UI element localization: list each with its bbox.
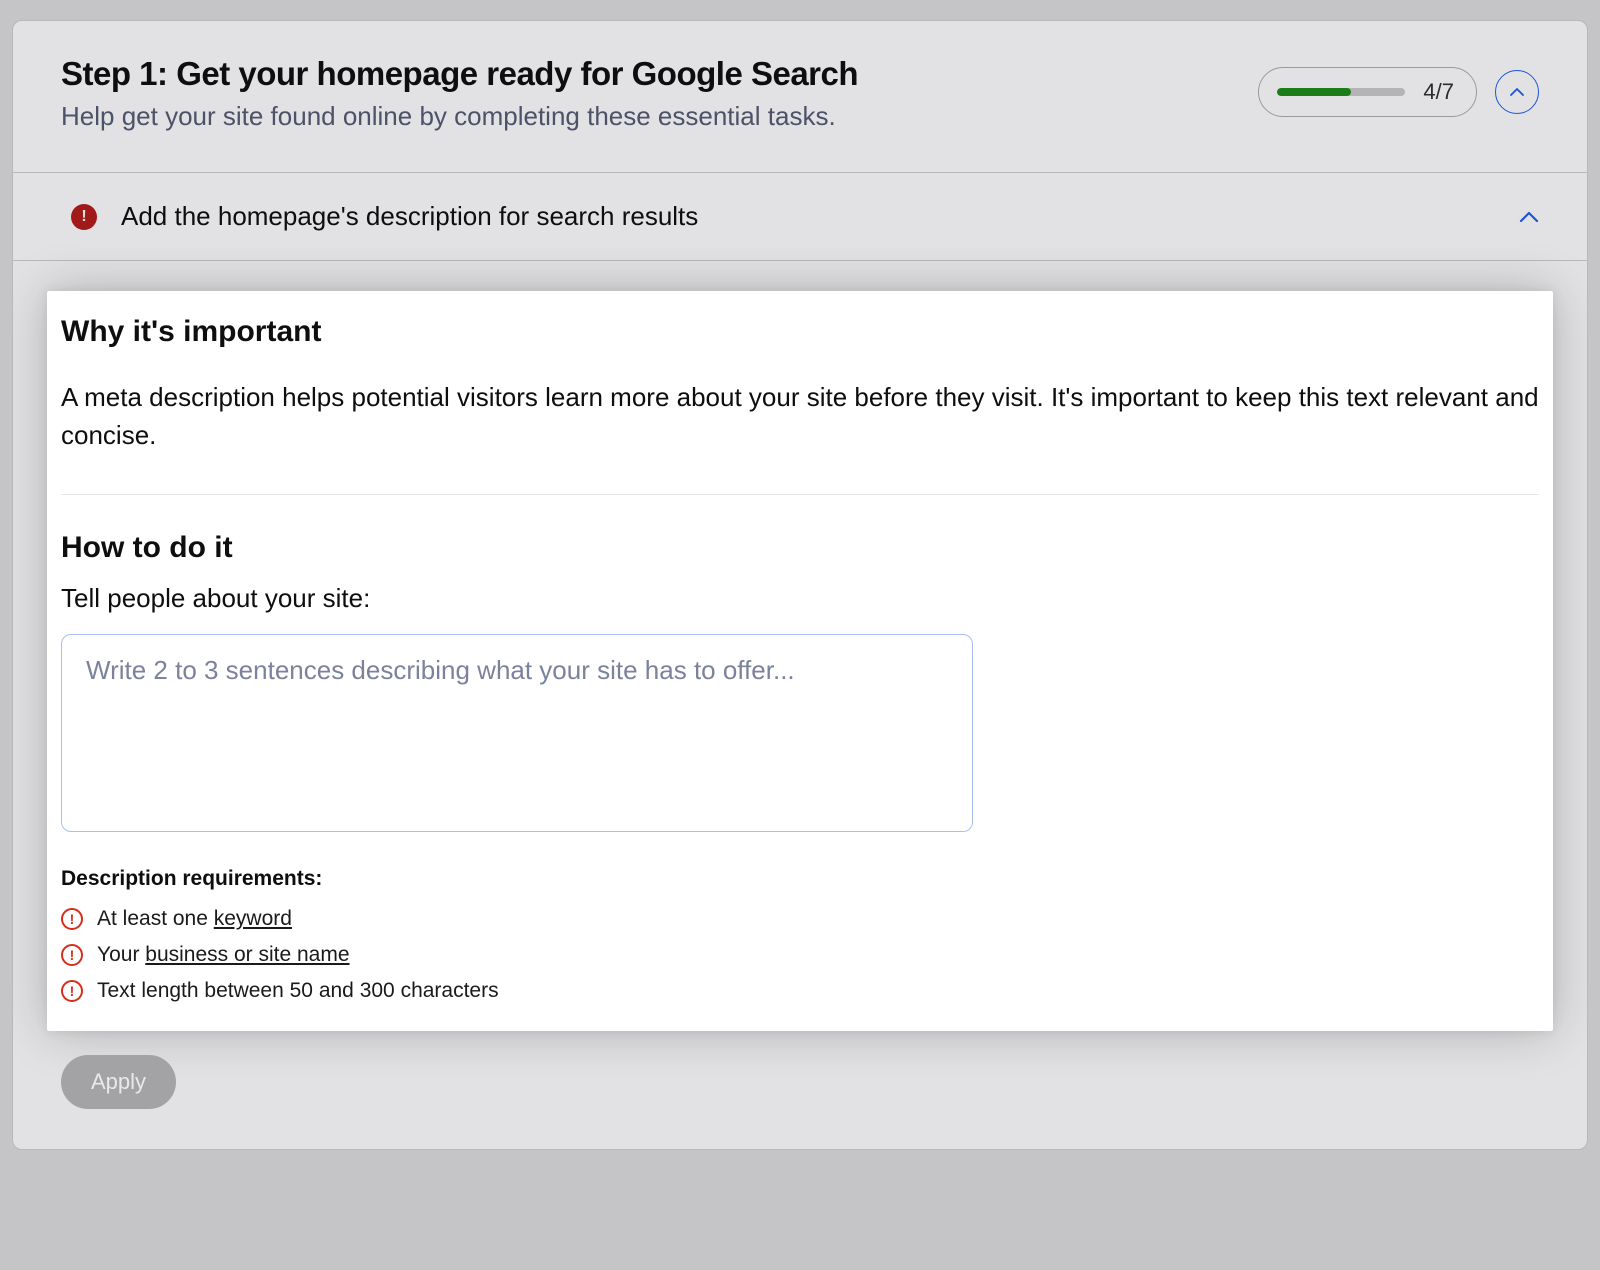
progress-fill [1277,88,1350,96]
requirement-text: Text length between 50 and 300 character… [97,979,499,1003]
apply-button[interactable]: Apply [61,1055,176,1109]
alert-icon [71,204,97,230]
divider [61,494,1539,495]
collapse-step-button[interactable] [1495,70,1539,114]
requirement-item: Text length between 50 and 300 character… [61,979,1539,1003]
progress-track [1277,88,1405,96]
progress-indicator: 4/7 [1258,67,1477,117]
business-name-link[interactable]: business or site name [145,943,349,966]
task-content: Why it's important A meta description he… [13,261,1587,1149]
requirement-text: At least one keyword [97,907,292,931]
meta-description-input[interactable] [61,634,973,832]
step-header: Step 1: Get your homepage ready for Goog… [13,21,1587,173]
requirement-item: Your business or site name [61,943,1539,967]
warn-icon [61,908,83,930]
warn-icon [61,944,83,966]
requirements-list: At least one keyword Your business or si… [61,907,1539,1003]
chevron-up-icon [1519,210,1539,224]
step-header-controls: 4/7 [1258,67,1539,117]
seo-step-card: Step 1: Get your homepage ready for Goog… [12,20,1588,1150]
task-title: Add the homepage's description for searc… [121,201,1495,232]
requirement-text: Your business or site name [97,943,350,967]
chevron-up-icon [1510,85,1524,100]
keyword-link[interactable]: keyword [214,907,292,930]
how-heading: How to do it [61,531,1539,565]
step-title: Step 1: Get your homepage ready for Goog… [61,55,1258,93]
requirements-heading: Description requirements: [61,867,1539,891]
how-subheading: Tell people about your site: [61,583,1539,614]
progress-text: 4/7 [1423,79,1454,105]
warn-icon [61,980,83,1002]
requirement-item: At least one keyword [61,907,1539,931]
step-subtitle: Help get your site found online by compl… [61,101,1258,132]
step-header-text: Step 1: Get your homepage ready for Goog… [61,55,1258,132]
task-row[interactable]: Add the homepage's description for searc… [13,173,1587,261]
why-heading: Why it's important [61,315,1539,349]
why-body: A meta description helps potential visit… [61,379,1539,454]
highlight-panel: Why it's important A meta description he… [47,291,1553,1031]
